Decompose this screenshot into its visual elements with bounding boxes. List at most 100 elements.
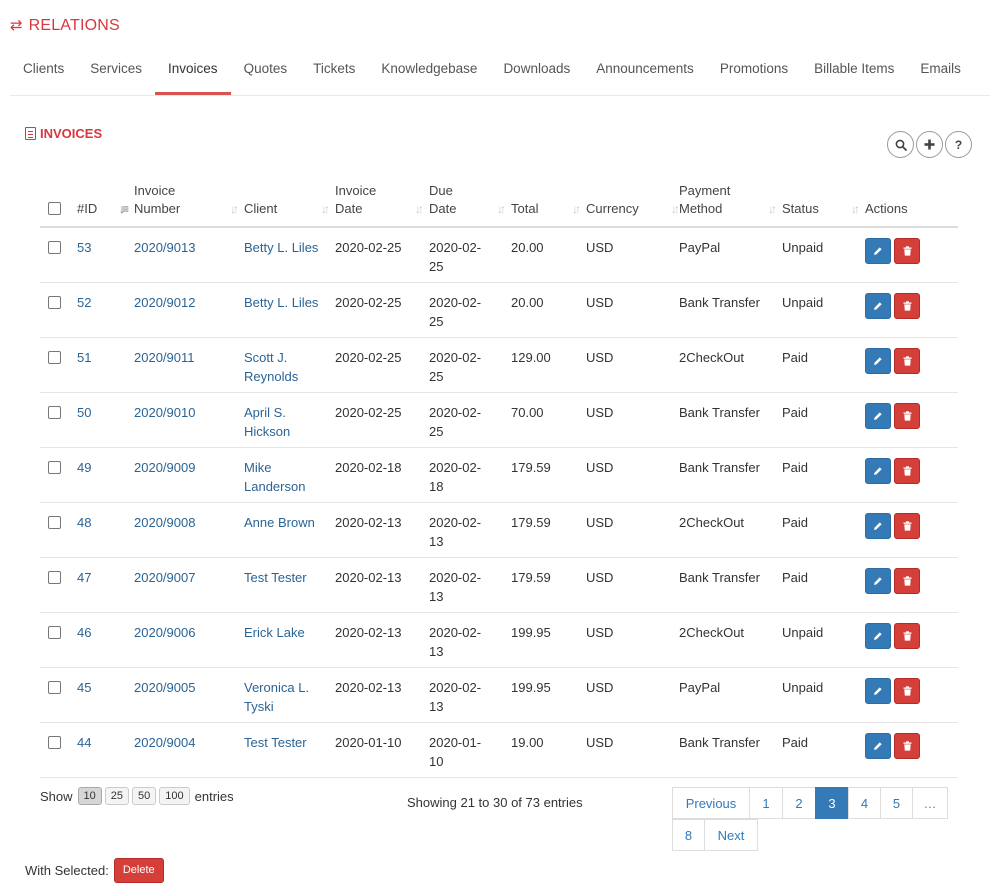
- tab-tickets[interactable]: Tickets: [300, 49, 368, 95]
- invoice-id-link[interactable]: 53: [77, 240, 91, 255]
- search-button[interactable]: [887, 131, 914, 158]
- client-link[interactable]: Mike Landerson: [244, 460, 305, 494]
- row-checkbox[interactable]: [48, 626, 61, 639]
- invoice-number-link[interactable]: 2020/9004: [134, 735, 195, 750]
- invoice-id-link[interactable]: 44: [77, 735, 91, 750]
- invoice-number-link[interactable]: 2020/9005: [134, 680, 195, 695]
- row-checkbox[interactable]: [48, 681, 61, 694]
- edit-button[interactable]: [865, 238, 891, 264]
- pagination-previous[interactable]: Previous: [672, 787, 750, 819]
- client-link[interactable]: Betty L. Liles: [244, 295, 318, 310]
- invoice-number-link[interactable]: 2020/9013: [134, 240, 195, 255]
- edit-button[interactable]: [865, 678, 891, 704]
- edit-button[interactable]: [865, 403, 891, 429]
- pagination-page[interactable]: 1: [749, 787, 783, 819]
- edit-button[interactable]: [865, 513, 891, 539]
- tab-quotes[interactable]: Quotes: [231, 49, 301, 95]
- tab-knowledgebase[interactable]: Knowledgebase: [368, 49, 490, 95]
- delete-button[interactable]: [894, 568, 920, 594]
- client-link[interactable]: Erick Lake: [244, 625, 305, 640]
- page-length-option[interactable]: 100: [159, 787, 190, 805]
- add-invoice-button[interactable]: [916, 131, 943, 158]
- invoice-number-link[interactable]: 2020/9007: [134, 570, 195, 585]
- pagination-page[interactable]: 4: [848, 787, 881, 819]
- bulk-delete-button[interactable]: Delete: [113, 858, 164, 883]
- row-checkbox[interactable]: [48, 571, 61, 584]
- delete-button[interactable]: [894, 238, 920, 264]
- row-checkbox[interactable]: [48, 351, 61, 364]
- invoice-id-link[interactable]: 46: [77, 625, 91, 640]
- client-link[interactable]: Betty L. Liles: [244, 240, 318, 255]
- currency: USD: [586, 570, 614, 585]
- column-header-currency[interactable]: Currency ↓↑: [586, 200, 680, 218]
- invoice-id-link[interactable]: 48: [77, 515, 91, 530]
- page-length-option[interactable]: 10: [77, 787, 102, 805]
- client-link[interactable]: Test Tester: [244, 735, 307, 750]
- pagination-page[interactable]: 2: [782, 787, 816, 819]
- tab-services[interactable]: Services: [77, 49, 155, 95]
- edit-button[interactable]: [865, 733, 891, 759]
- edit-button[interactable]: [865, 348, 891, 374]
- tab-invoices[interactable]: Invoices: [155, 49, 231, 95]
- invoice-number-link[interactable]: 2020/9011: [134, 350, 195, 365]
- select-all-checkbox[interactable]: [48, 202, 61, 215]
- row-checkbox[interactable]: [48, 241, 61, 254]
- tab-clients[interactable]: Clients: [10, 49, 77, 95]
- column-header-due-date[interactable]: Due Date ↓↑: [429, 182, 511, 218]
- client-link[interactable]: Scott J. Reynolds: [244, 350, 298, 384]
- trash-icon: [903, 246, 911, 256]
- invoice-id-link[interactable]: 45: [77, 680, 91, 695]
- column-header-invoice-number[interactable]: Invoice Number ↓↑: [134, 182, 244, 218]
- invoice-number-link[interactable]: 2020/9009: [134, 460, 195, 475]
- invoice-id-link[interactable]: 51: [77, 350, 91, 365]
- delete-button[interactable]: [894, 623, 920, 649]
- column-header-status[interactable]: Status ↓↑: [782, 200, 865, 218]
- edit-button[interactable]: [865, 623, 891, 649]
- row-checkbox[interactable]: [48, 516, 61, 529]
- column-header-total[interactable]: Total ↓↑: [511, 200, 586, 218]
- tab-promotions[interactable]: Promotions: [707, 49, 801, 95]
- client-link[interactable]: April S. Hickson: [244, 405, 290, 439]
- client-link[interactable]: Anne Brown: [244, 515, 315, 530]
- edit-button[interactable]: [865, 458, 891, 484]
- pagination-page[interactable]: 5: [880, 787, 913, 819]
- row-checkbox[interactable]: [48, 296, 61, 309]
- column-header-client[interactable]: Client ↓↑: [244, 200, 335, 218]
- tab-downloads[interactable]: Downloads: [490, 49, 583, 95]
- help-button[interactable]: ?: [945, 131, 972, 158]
- invoice-number-link[interactable]: 2020/9012: [134, 295, 195, 310]
- delete-button[interactable]: [894, 348, 920, 374]
- delete-button[interactable]: [894, 678, 920, 704]
- tab-emails[interactable]: Emails: [907, 49, 974, 95]
- invoice-id-link[interactable]: 49: [77, 460, 91, 475]
- edit-button[interactable]: [865, 293, 891, 319]
- client-link[interactable]: Veronica L. Tyski: [244, 680, 309, 714]
- invoice-number-link[interactable]: 2020/9008: [134, 515, 195, 530]
- tab-announcements[interactable]: Announcements: [583, 49, 707, 95]
- row-checkbox[interactable]: [48, 406, 61, 419]
- invoice-number-link[interactable]: 2020/9006: [134, 625, 195, 640]
- delete-button[interactable]: [894, 513, 920, 539]
- invoice-id-link[interactable]: 52: [77, 295, 91, 310]
- page-length-option[interactable]: 50: [132, 787, 157, 805]
- delete-button[interactable]: [894, 293, 920, 319]
- row-checkbox[interactable]: [48, 461, 61, 474]
- delete-button[interactable]: [894, 403, 920, 429]
- tab-billable-items[interactable]: Billable Items: [801, 49, 907, 95]
- delete-button[interactable]: [894, 733, 920, 759]
- page-length-option[interactable]: 25: [104, 787, 130, 805]
- pagination-next[interactable]: Next: [704, 819, 758, 851]
- client-link[interactable]: Test Tester: [244, 570, 307, 585]
- invoice-number-link[interactable]: 2020/9010: [134, 405, 195, 420]
- invoice-id-link[interactable]: 47: [77, 570, 91, 585]
- pagination-page-current[interactable]: 3: [815, 787, 849, 819]
- column-header-invoice-date[interactable]: Invoice Date ↓↑: [335, 182, 429, 218]
- pagination-page[interactable]: 8: [672, 819, 705, 851]
- sort-icon: ↓↑: [768, 202, 777, 216]
- column-header-payment-method[interactable]: Payment Method ↓↑: [679, 182, 782, 218]
- row-checkbox[interactable]: [48, 736, 61, 749]
- invoice-id-link[interactable]: 50: [77, 405, 91, 420]
- column-header-id[interactable]: #ID ↓≡: [77, 200, 134, 218]
- delete-button[interactable]: [894, 458, 920, 484]
- edit-button[interactable]: [865, 568, 891, 594]
